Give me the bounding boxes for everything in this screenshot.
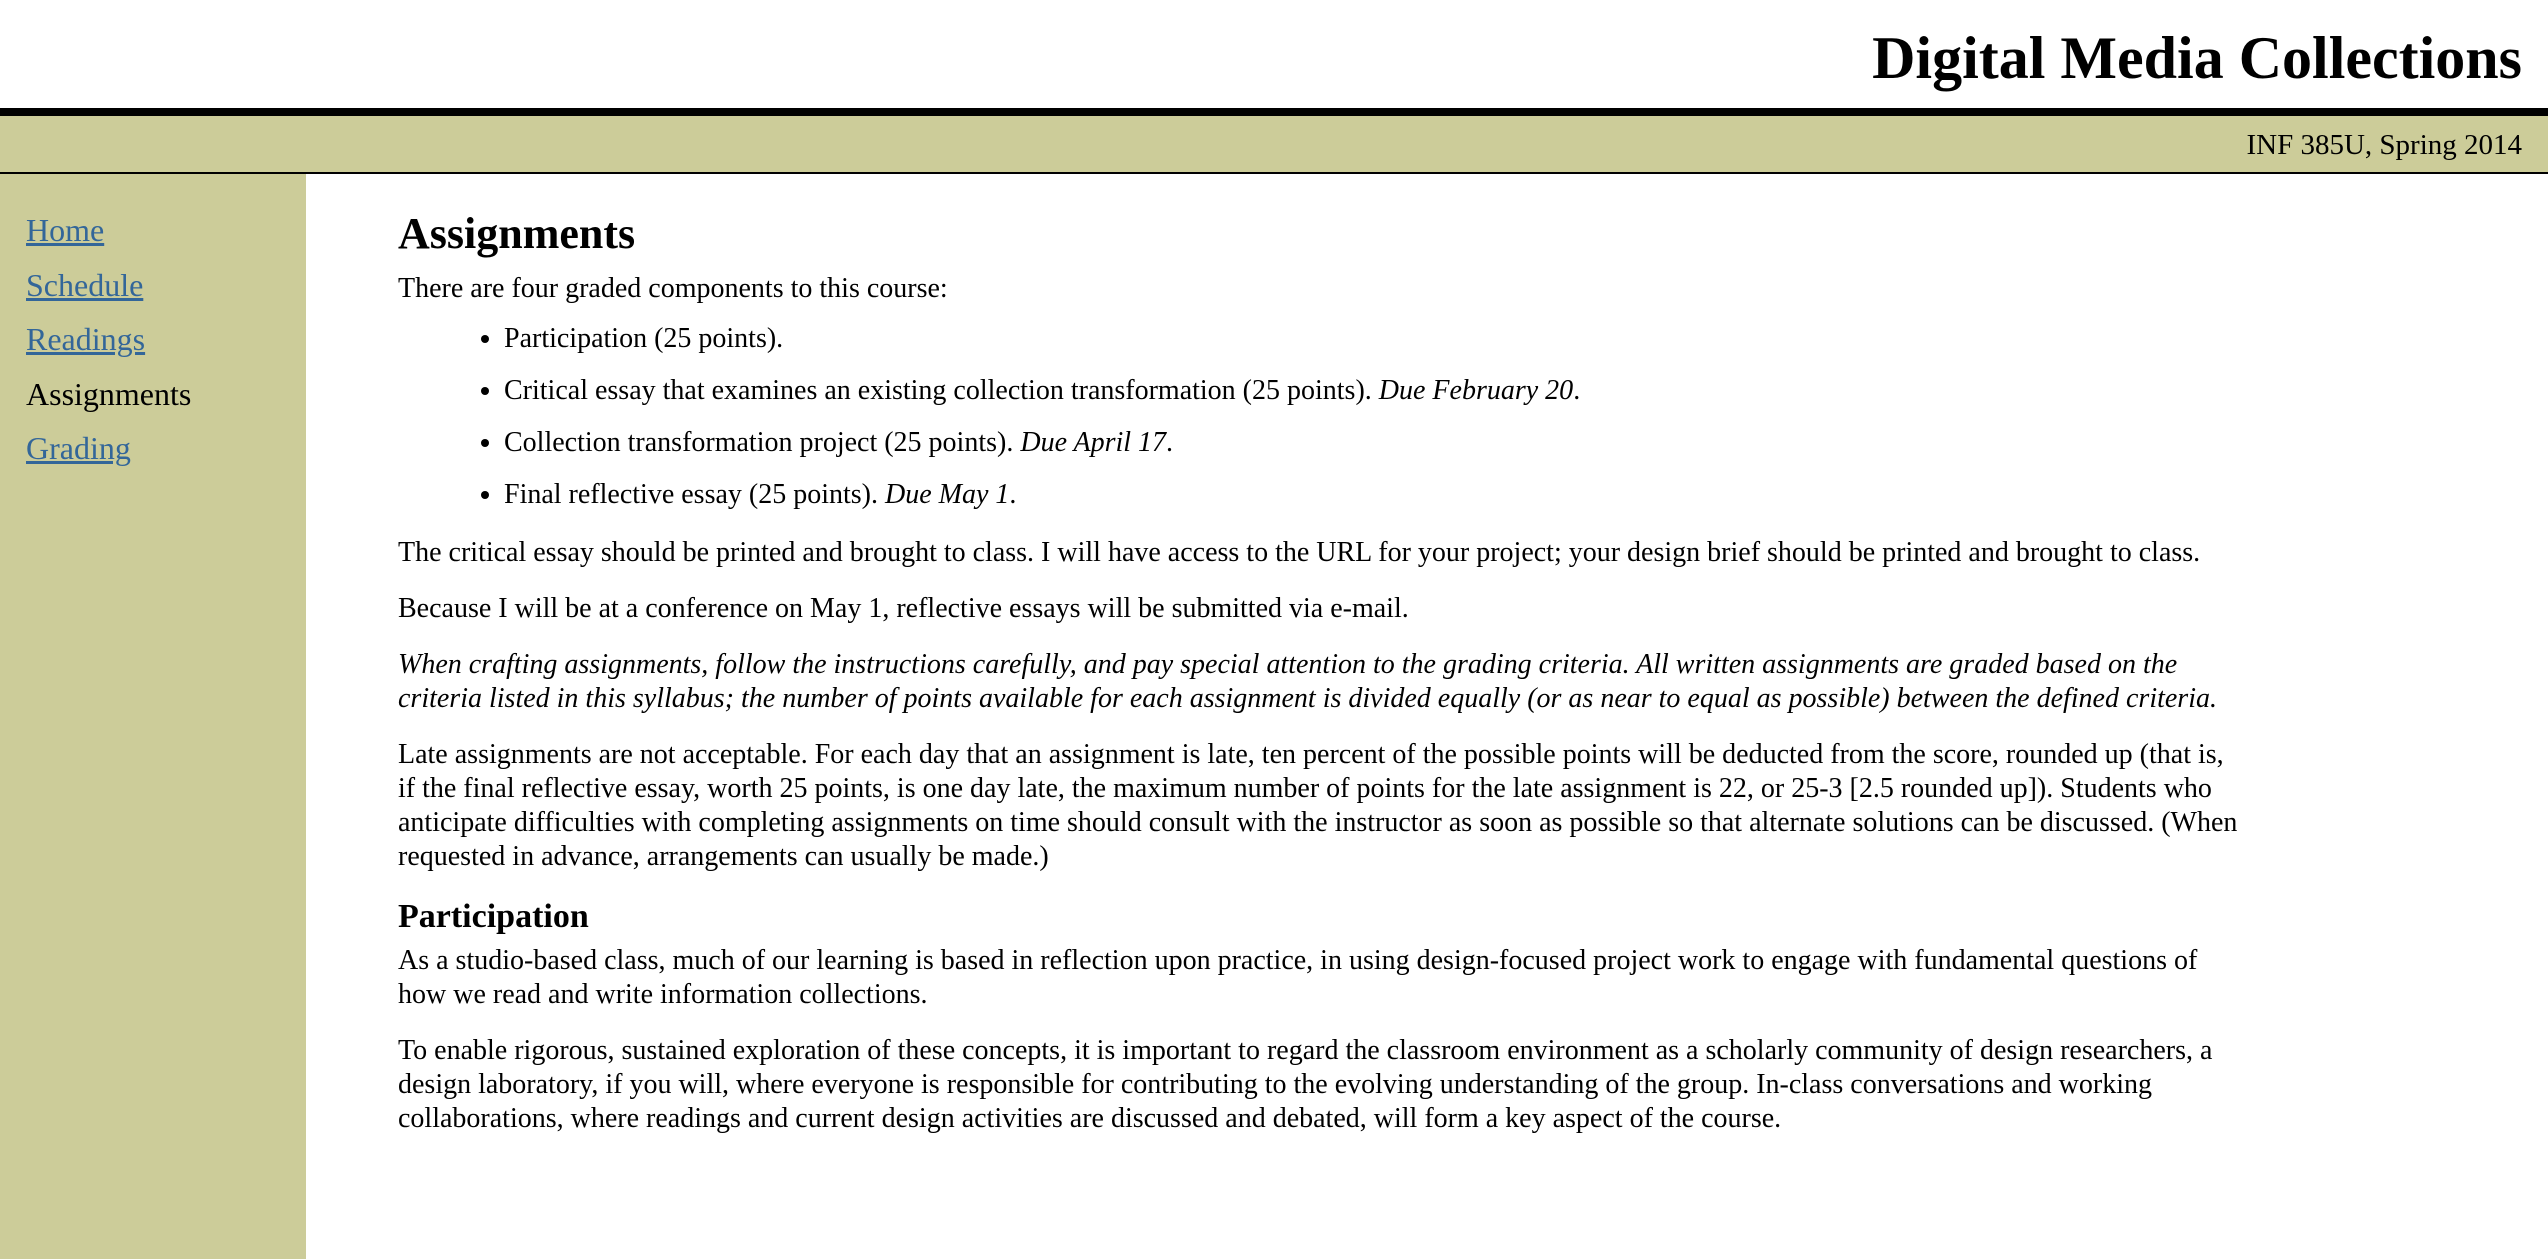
component-punct: . bbox=[1009, 479, 1017, 510]
late-policy-paragraph: Late assignments are not acceptable. For… bbox=[398, 739, 2238, 872]
participation-heading: Participation bbox=[398, 898, 589, 935]
component-punct: . bbox=[1573, 375, 1581, 406]
nav-link-home[interactable]: Home bbox=[26, 212, 104, 248]
participation-paragraph-1: As a studio-based class, much of our lea… bbox=[398, 945, 2198, 1010]
component-text: Final reflective essay (25 points). bbox=[504, 479, 886, 510]
submission-paragraph: The critical essay should be printed and… bbox=[398, 537, 2201, 568]
sidebar-item-schedule: Schedule bbox=[26, 265, 306, 305]
list-item-transformation-project: Collection transformation project (25 po… bbox=[504, 426, 2238, 460]
due-date: Due February 20 bbox=[1378, 375, 1574, 406]
site-header: Digital Media Collections bbox=[0, 0, 2548, 110]
nav-link-grading[interactable]: Grading bbox=[26, 430, 131, 466]
conference-paragraph: Because I will be at a conference on May… bbox=[398, 593, 1409, 624]
nav-link-schedule[interactable]: Schedule bbox=[26, 267, 143, 303]
page-title: Assignments bbox=[398, 209, 636, 258]
page: Digital Media Collections INF 385U, Spri… bbox=[0, 0, 2548, 1259]
header-rule bbox=[0, 108, 2548, 116]
criteria-paragraph: When crafting assignments, follow the in… bbox=[398, 649, 2217, 714]
graded-components-list: Participation (25 points). Critical essa… bbox=[398, 322, 2238, 512]
due-date: Due April 17 bbox=[1020, 427, 1167, 458]
nav-link-readings[interactable]: Readings bbox=[26, 321, 145, 357]
course-label: INF 385U, Spring 2014 bbox=[2246, 129, 2522, 161]
main-content: Assignments There are four graded compon… bbox=[398, 200, 2238, 1158]
list-item-critical-essay: Critical essay that examines an existing… bbox=[504, 374, 2238, 408]
list-item-participation: Participation (25 points). bbox=[504, 322, 2238, 356]
component-text: Participation (25 points). bbox=[504, 323, 784, 354]
intro-text: There are four graded components to this… bbox=[398, 273, 948, 304]
course-band: INF 385U, Spring 2014 bbox=[0, 116, 2548, 174]
component-text: Critical essay that examines an existing… bbox=[504, 375, 1379, 406]
list-item-reflective-essay: Final reflective essay (25 points). Due … bbox=[504, 478, 2238, 512]
sidebar-nav: Home Schedule Readings Assignments Gradi… bbox=[0, 174, 306, 1259]
sidebar-item-grading: Grading bbox=[26, 428, 306, 468]
component-text: Collection transformation project (25 po… bbox=[504, 427, 1021, 458]
due-date: Due May 1 bbox=[885, 479, 1010, 510]
sidebar-list: Home Schedule Readings Assignments Gradi… bbox=[0, 174, 306, 468]
sidebar-item-readings: Readings bbox=[26, 319, 306, 359]
component-punct: . bbox=[1166, 427, 1174, 458]
nav-current-assignments: Assignments bbox=[26, 375, 192, 412]
participation-paragraph-2: To enable rigorous, sustained exploratio… bbox=[398, 1035, 2213, 1134]
sidebar-item-assignments: Assignments bbox=[26, 374, 306, 414]
sidebar-item-home: Home bbox=[26, 210, 306, 250]
site-title: Digital Media Collections bbox=[1872, 25, 2522, 91]
